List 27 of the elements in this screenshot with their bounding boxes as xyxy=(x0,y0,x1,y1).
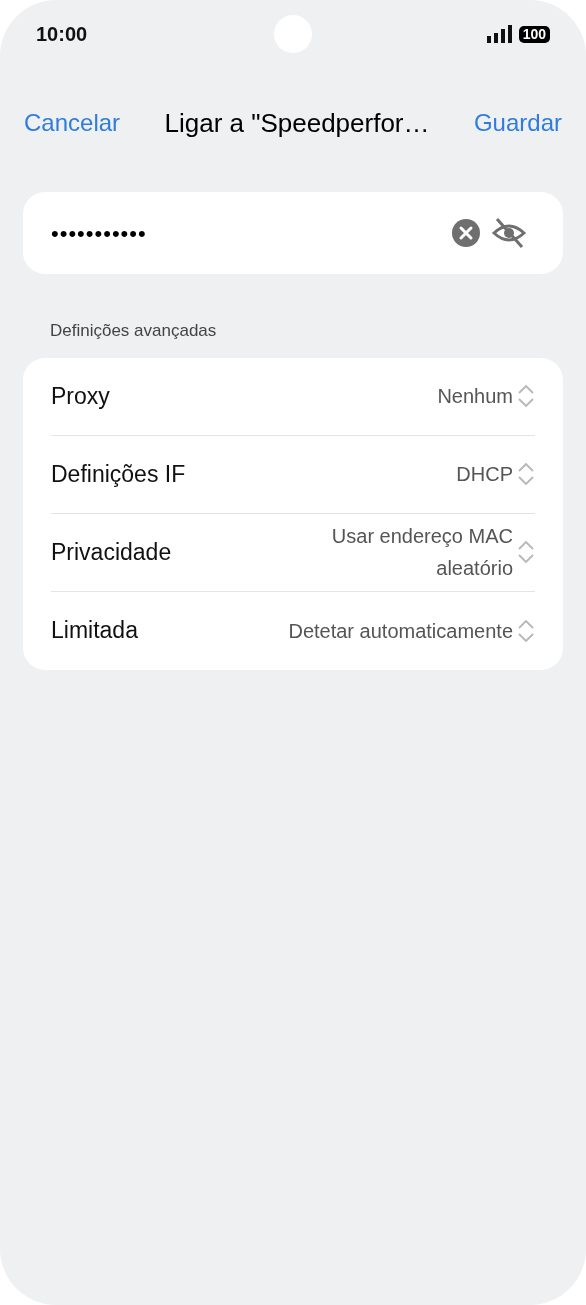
clear-icon[interactable] xyxy=(451,218,481,248)
up-down-chevron-icon xyxy=(517,617,535,644)
setting-label: Definições IF xyxy=(51,459,186,489)
password-field[interactable]: ••••••••••• xyxy=(23,192,563,274)
status-time: 10:00 xyxy=(36,22,89,47)
up-down-chevron-icon xyxy=(517,461,535,487)
setting-label: Proxy xyxy=(51,381,110,411)
eye-slash-icon[interactable] xyxy=(491,216,527,250)
setting-value: Usar endereço MAC aleatório xyxy=(330,524,513,581)
setting-label: Limitada xyxy=(51,616,138,646)
section-title: Definições avançadas xyxy=(49,320,218,342)
setting-row[interactable]: Limitada Detetar automaticamente xyxy=(51,591,535,670)
page-title: Ligar a "Speedperfor… xyxy=(164,106,430,140)
setting-row[interactable]: Definições IF DHCP xyxy=(51,435,535,514)
setting-row[interactable]: Privacidade Usar endereço MAC aleatório xyxy=(51,513,535,592)
setting-row[interactable]: Proxy Nenhum xyxy=(51,357,535,436)
setting-label: Privacidade xyxy=(51,537,172,567)
setting-value: Nenhum xyxy=(437,384,513,409)
password-value: ••••••••••• xyxy=(51,219,148,248)
signal-icon xyxy=(486,25,513,43)
setting-value: DHCP xyxy=(456,462,513,487)
setting-value: Detetar automaticamente xyxy=(288,618,513,644)
battery-indicator: 100 xyxy=(518,25,550,43)
up-down-chevron-icon xyxy=(517,383,535,409)
cancel-button[interactable]: Cancelar xyxy=(24,105,121,141)
save-button[interactable]: Guardar xyxy=(473,105,562,141)
up-down-chevron-icon xyxy=(517,539,535,565)
